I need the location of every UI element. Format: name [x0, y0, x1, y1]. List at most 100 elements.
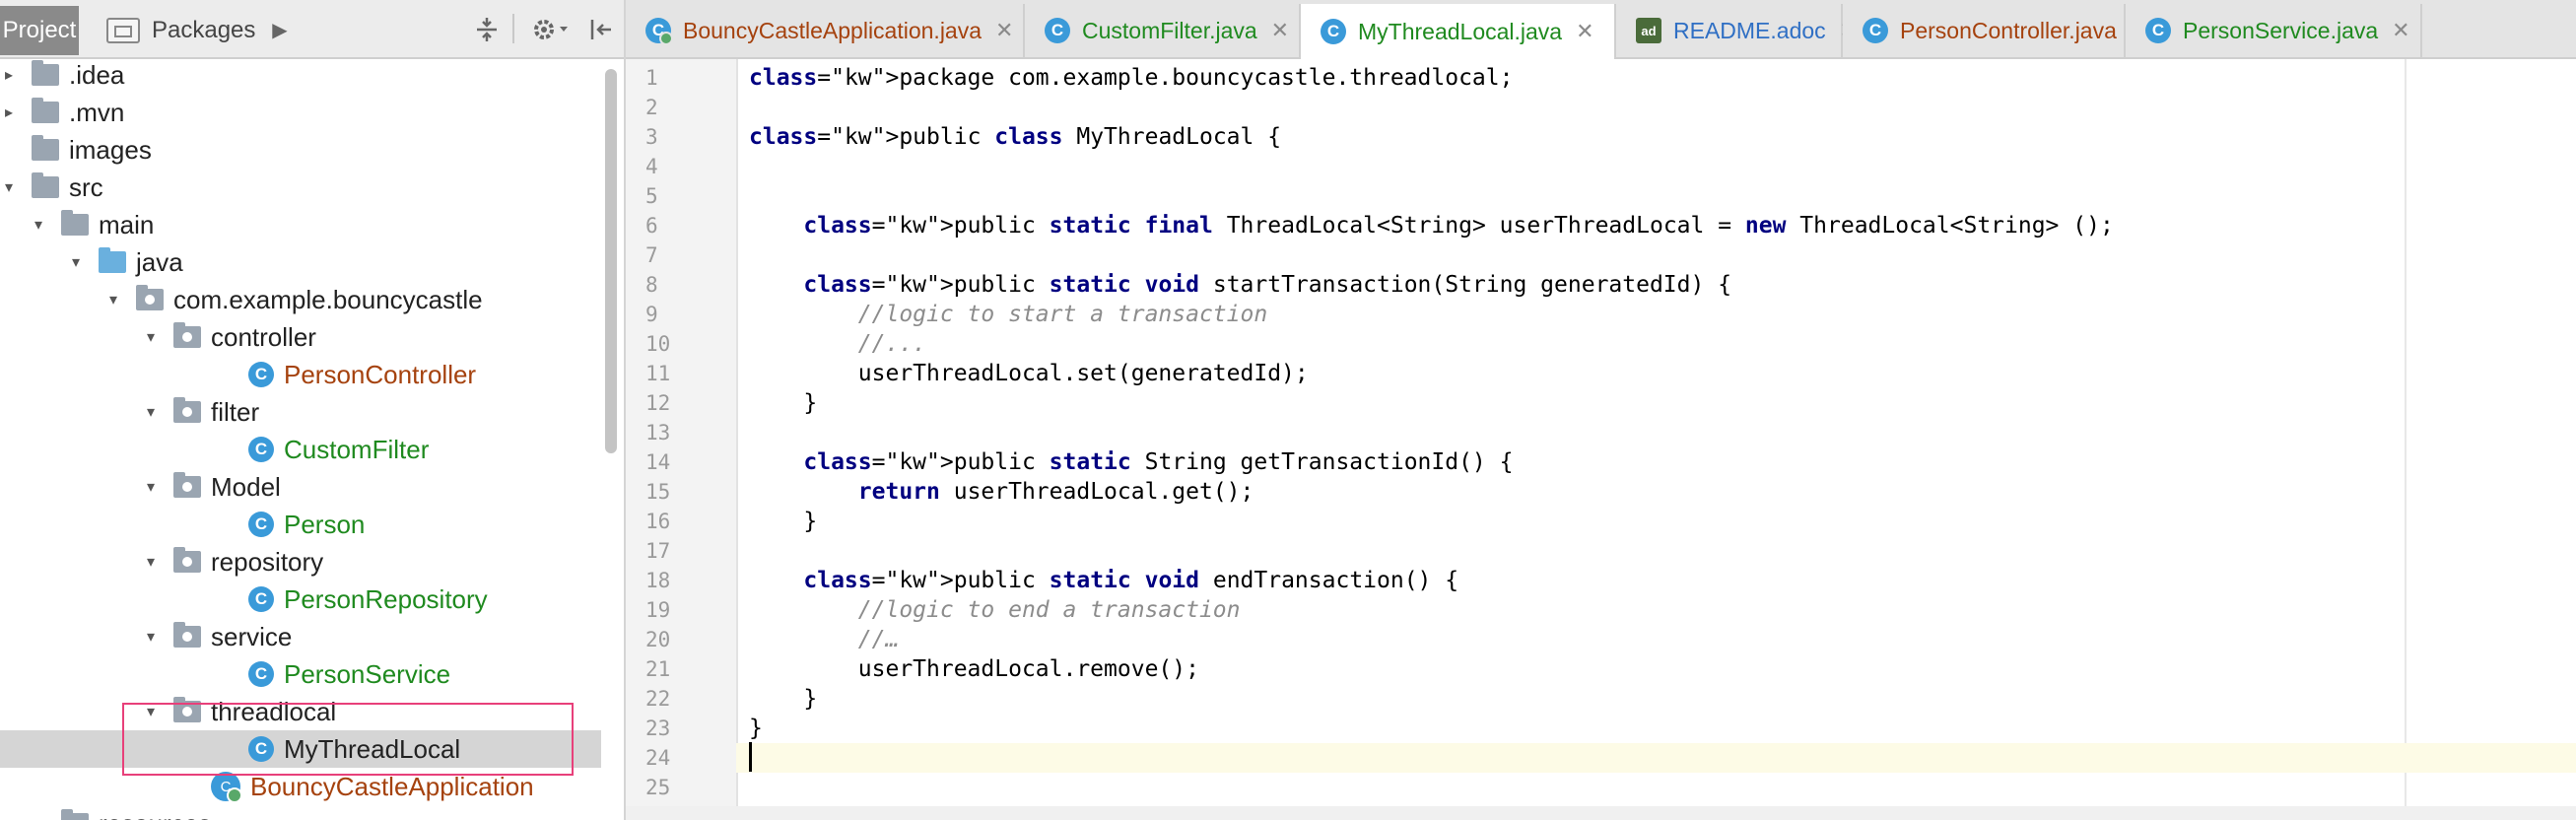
- code-line: }: [749, 686, 818, 712]
- tree-item[interactable]: C CustomFilter: [0, 431, 601, 468]
- package-folder-icon: [173, 697, 201, 722]
- tree-item-label: repository: [211, 546, 324, 577]
- close-tab-icon[interactable]: ✕: [1271, 18, 1289, 43]
- tree-item-label: controller: [211, 321, 316, 352]
- tree-item[interactable]: ▸ .mvn: [0, 94, 601, 131]
- line-number: 9: [645, 303, 658, 326]
- tree-item[interactable]: ▾ Model: [0, 468, 601, 506]
- tree-item-label: PersonService: [284, 658, 451, 689]
- tree-item[interactable]: C Person: [0, 506, 601, 543]
- close-tab-icon[interactable]: ✕: [1576, 19, 1593, 44]
- tree-item[interactable]: ▾ repository: [0, 543, 601, 581]
- tree-item-label: main: [99, 209, 155, 239]
- expanded-arrow-icon[interactable]: ▾: [142, 477, 160, 497]
- tree-item[interactable]: ▾ com.example.bouncycastle: [0, 281, 601, 318]
- expanded-arrow-icon[interactable]: ▾: [142, 327, 160, 347]
- line-number: 16: [645, 510, 671, 533]
- code-line: class="kw">public static void startTrans…: [803, 272, 1732, 298]
- close-tab-icon[interactable]: ✕: [2392, 18, 2409, 43]
- editor-tab[interactable]: C PersonService.java ✕: [2126, 4, 2422, 57]
- tree-item[interactable]: ▾ java: [0, 243, 601, 281]
- tab-overflow-arrow-icon[interactable]: ▶: [260, 10, 300, 49]
- expanded-arrow-icon[interactable]: ▾: [67, 252, 85, 272]
- tree-item[interactable]: C BouncyCastleApplication: [0, 768, 601, 805]
- collapsed-arrow-icon[interactable]: ▸: [30, 814, 47, 820]
- code-line: userThreadLocal.remove();: [749, 656, 1199, 682]
- gear-icon[interactable]: [526, 10, 576, 49]
- packages-icon: [106, 18, 140, 43]
- tree-item[interactable]: C PersonRepository: [0, 581, 601, 618]
- code-line: class="kw">public static String getTrans…: [803, 449, 1514, 475]
- expanded-arrow-icon[interactable]: ▾: [142, 552, 160, 572]
- line-number: 11: [645, 362, 671, 385]
- tab-packages[interactable]: Packages: [99, 6, 255, 55]
- tree-item[interactable]: C PersonService: [0, 655, 601, 693]
- tree-item-label: src: [69, 171, 103, 202]
- tree-item[interactable]: ▾ src: [0, 169, 601, 206]
- line-number: 20: [645, 628, 671, 651]
- tree-item-label: MyThreadLocal: [284, 733, 461, 764]
- tree-item-label: com.example.bouncycastle: [173, 284, 483, 314]
- tab-project[interactable]: Project: [0, 6, 79, 55]
- line-number: 2: [645, 96, 658, 119]
- collapse-all-icon[interactable]: [467, 10, 507, 49]
- editor-tab-label: MyThreadLocal.java: [1358, 18, 1563, 44]
- tree-item[interactable]: ▾ main: [0, 206, 601, 243]
- project-panel: Project Packages ▶ ▸ .idea ▸ .mvn images ▾ src…: [0, 0, 626, 820]
- code-line: //...: [857, 331, 927, 357]
- collapsed-arrow-icon[interactable]: ▸: [0, 65, 18, 85]
- code-editor[interactable]: 1 2 3 4 5 6 7 8 9 10 11 12 13 14 15 16 17 18 19 20 21 22 23 24 2…: [626, 59, 2576, 820]
- expanded-arrow-icon[interactable]: ▾: [30, 215, 47, 235]
- editor-tab-label: BouncyCastleApplication.java: [683, 17, 983, 43]
- code-line: return userThreadLocal.get();: [857, 479, 1254, 505]
- package-folder-icon: [173, 547, 201, 573]
- package-folder-icon: [173, 322, 201, 348]
- tree-item-label: images: [69, 134, 152, 165]
- expanded-arrow-icon[interactable]: ▾: [142, 702, 160, 721]
- expanded-arrow-icon[interactable]: ▾: [142, 402, 160, 422]
- tree-item-label: java: [136, 246, 183, 277]
- tree-item[interactable]: C MyThreadLocal: [0, 730, 601, 768]
- tree-item-label: CustomFilter: [284, 434, 430, 464]
- tree-item-label: PersonController: [284, 359, 477, 389]
- expanded-arrow-icon[interactable]: ▾: [104, 290, 122, 309]
- folder-icon: [32, 135, 59, 161]
- tree-item[interactable]: ▾ controller: [0, 318, 601, 356]
- project-tree-scrollbar[interactable]: [605, 69, 617, 453]
- tree-item[interactable]: ▾ filter: [0, 393, 601, 431]
- editor-tab-bar: C BouncyCastleApplication.java ✕ C CustomFil…: [626, 0, 2576, 59]
- editor-tab[interactable]: C CustomFilter.java ✕: [1025, 4, 1301, 57]
- line-number: 19: [645, 598, 671, 622]
- editor-tab[interactable]: CPersonController.java✕: [1843, 4, 2148, 57]
- line-number: 6: [645, 214, 658, 238]
- project-panel-toolbar: Project Packages ▶: [0, 0, 624, 59]
- expanded-arrow-icon[interactable]: ▾: [0, 177, 18, 197]
- tree-item[interactable]: images: [0, 131, 601, 169]
- tree-item[interactable]: C PersonController: [0, 356, 601, 393]
- code-line: [736, 743, 2576, 773]
- expanded-arrow-icon[interactable]: ▾: [142, 627, 160, 647]
- tree-item[interactable]: ▸ resources: [0, 805, 601, 820]
- hide-panel-icon[interactable]: [581, 10, 621, 49]
- tree-item[interactable]: ▾ service: [0, 618, 601, 655]
- code-line: class="kw">public static final ThreadLoc…: [803, 213, 2114, 239]
- collapsed-arrow-icon[interactable]: ▸: [0, 102, 18, 122]
- editor-tab[interactable]: C BouncyCastleApplication.java ✕: [626, 4, 1025, 57]
- project-tree: ▸ .idea ▸ .mvn images ▾ src ▾ main ▾ java ▾ com.exam…: [0, 57, 601, 820]
- close-tab-icon[interactable]: ✕: [995, 18, 1013, 43]
- line-number: 23: [645, 717, 671, 740]
- line-number: 21: [645, 657, 671, 681]
- right-margin-guide: [2405, 59, 2407, 820]
- class-icon: C: [248, 512, 274, 537]
- line-number: 14: [645, 450, 671, 474]
- code-line: }: [749, 390, 818, 416]
- tree-item[interactable]: ▸ .idea: [0, 56, 601, 94]
- code-line: }: [749, 509, 818, 534]
- class-icon: C: [248, 586, 274, 612]
- tree-item[interactable]: ▾ threadlocal: [0, 693, 601, 730]
- editor-tab[interactable]: C MyThreadLocal.java ✕: [1301, 4, 1616, 59]
- tree-item-label: threadlocal: [211, 696, 337, 726]
- tab-packages-label: Packages: [152, 17, 256, 43]
- tree-item-label: .idea: [69, 59, 125, 90]
- editor-tab[interactable]: adREADME.adoc✕: [1616, 4, 1858, 57]
